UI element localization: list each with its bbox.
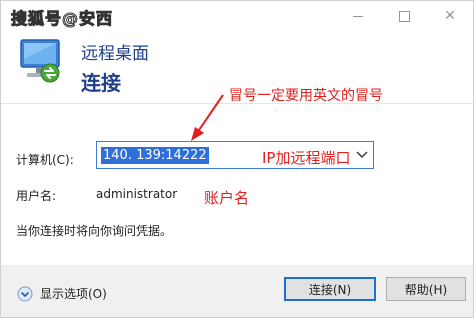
- show-options-label[interactable]: 显示选项(O): [40, 285, 107, 302]
- username-label: 用户名:: [16, 189, 57, 203]
- show-options-toggle[interactable]: 显示选项(O): [17, 285, 107, 302]
- annotation-colon-note: 冒号一定要用英文的冒号: [229, 88, 383, 104]
- maximize-icon: [398, 10, 410, 22]
- minimize-icon: [353, 15, 363, 17]
- close-button[interactable]: ✕: [427, 1, 473, 31]
- help-button[interactable]: 帮助(H): [386, 277, 466, 301]
- connect-button[interactable]: 连接(N): [284, 277, 376, 301]
- computer-label: 计算机(C):: [16, 153, 74, 167]
- remote-desktop-icon: [20, 39, 60, 83]
- chevron-down-icon[interactable]: [355, 147, 369, 161]
- close-icon: ✕: [444, 8, 456, 24]
- credentials-info-text: 当你连接时将向你询问凭据。: [16, 224, 173, 238]
- computer-input-value[interactable]: 140. 139:14222: [101, 147, 209, 164]
- annotation-arrow-icon: [191, 94, 224, 141]
- annotation-user-note: 账户名: [204, 189, 250, 207]
- header-subtitle: 远程桌面: [81, 44, 149, 64]
- annotation-ip-note: IP加远程端口: [262, 149, 351, 167]
- watermark: 搜狐号@安西: [10, 9, 114, 29]
- minimize-button[interactable]: [335, 1, 381, 31]
- title-bar: 搜狐号@安西 ✕: [1, 1, 473, 31]
- page-title: 连接: [81, 71, 121, 95]
- rdp-window: 搜狐号@安西 ✕ 远程桌面 连接 冒号一定要用英文的冒号 计算机(C): 140…: [0, 0, 474, 318]
- expand-options-icon[interactable]: [17, 286, 33, 302]
- username-value: administrator: [96, 187, 178, 201]
- maximize-button[interactable]: [381, 1, 427, 31]
